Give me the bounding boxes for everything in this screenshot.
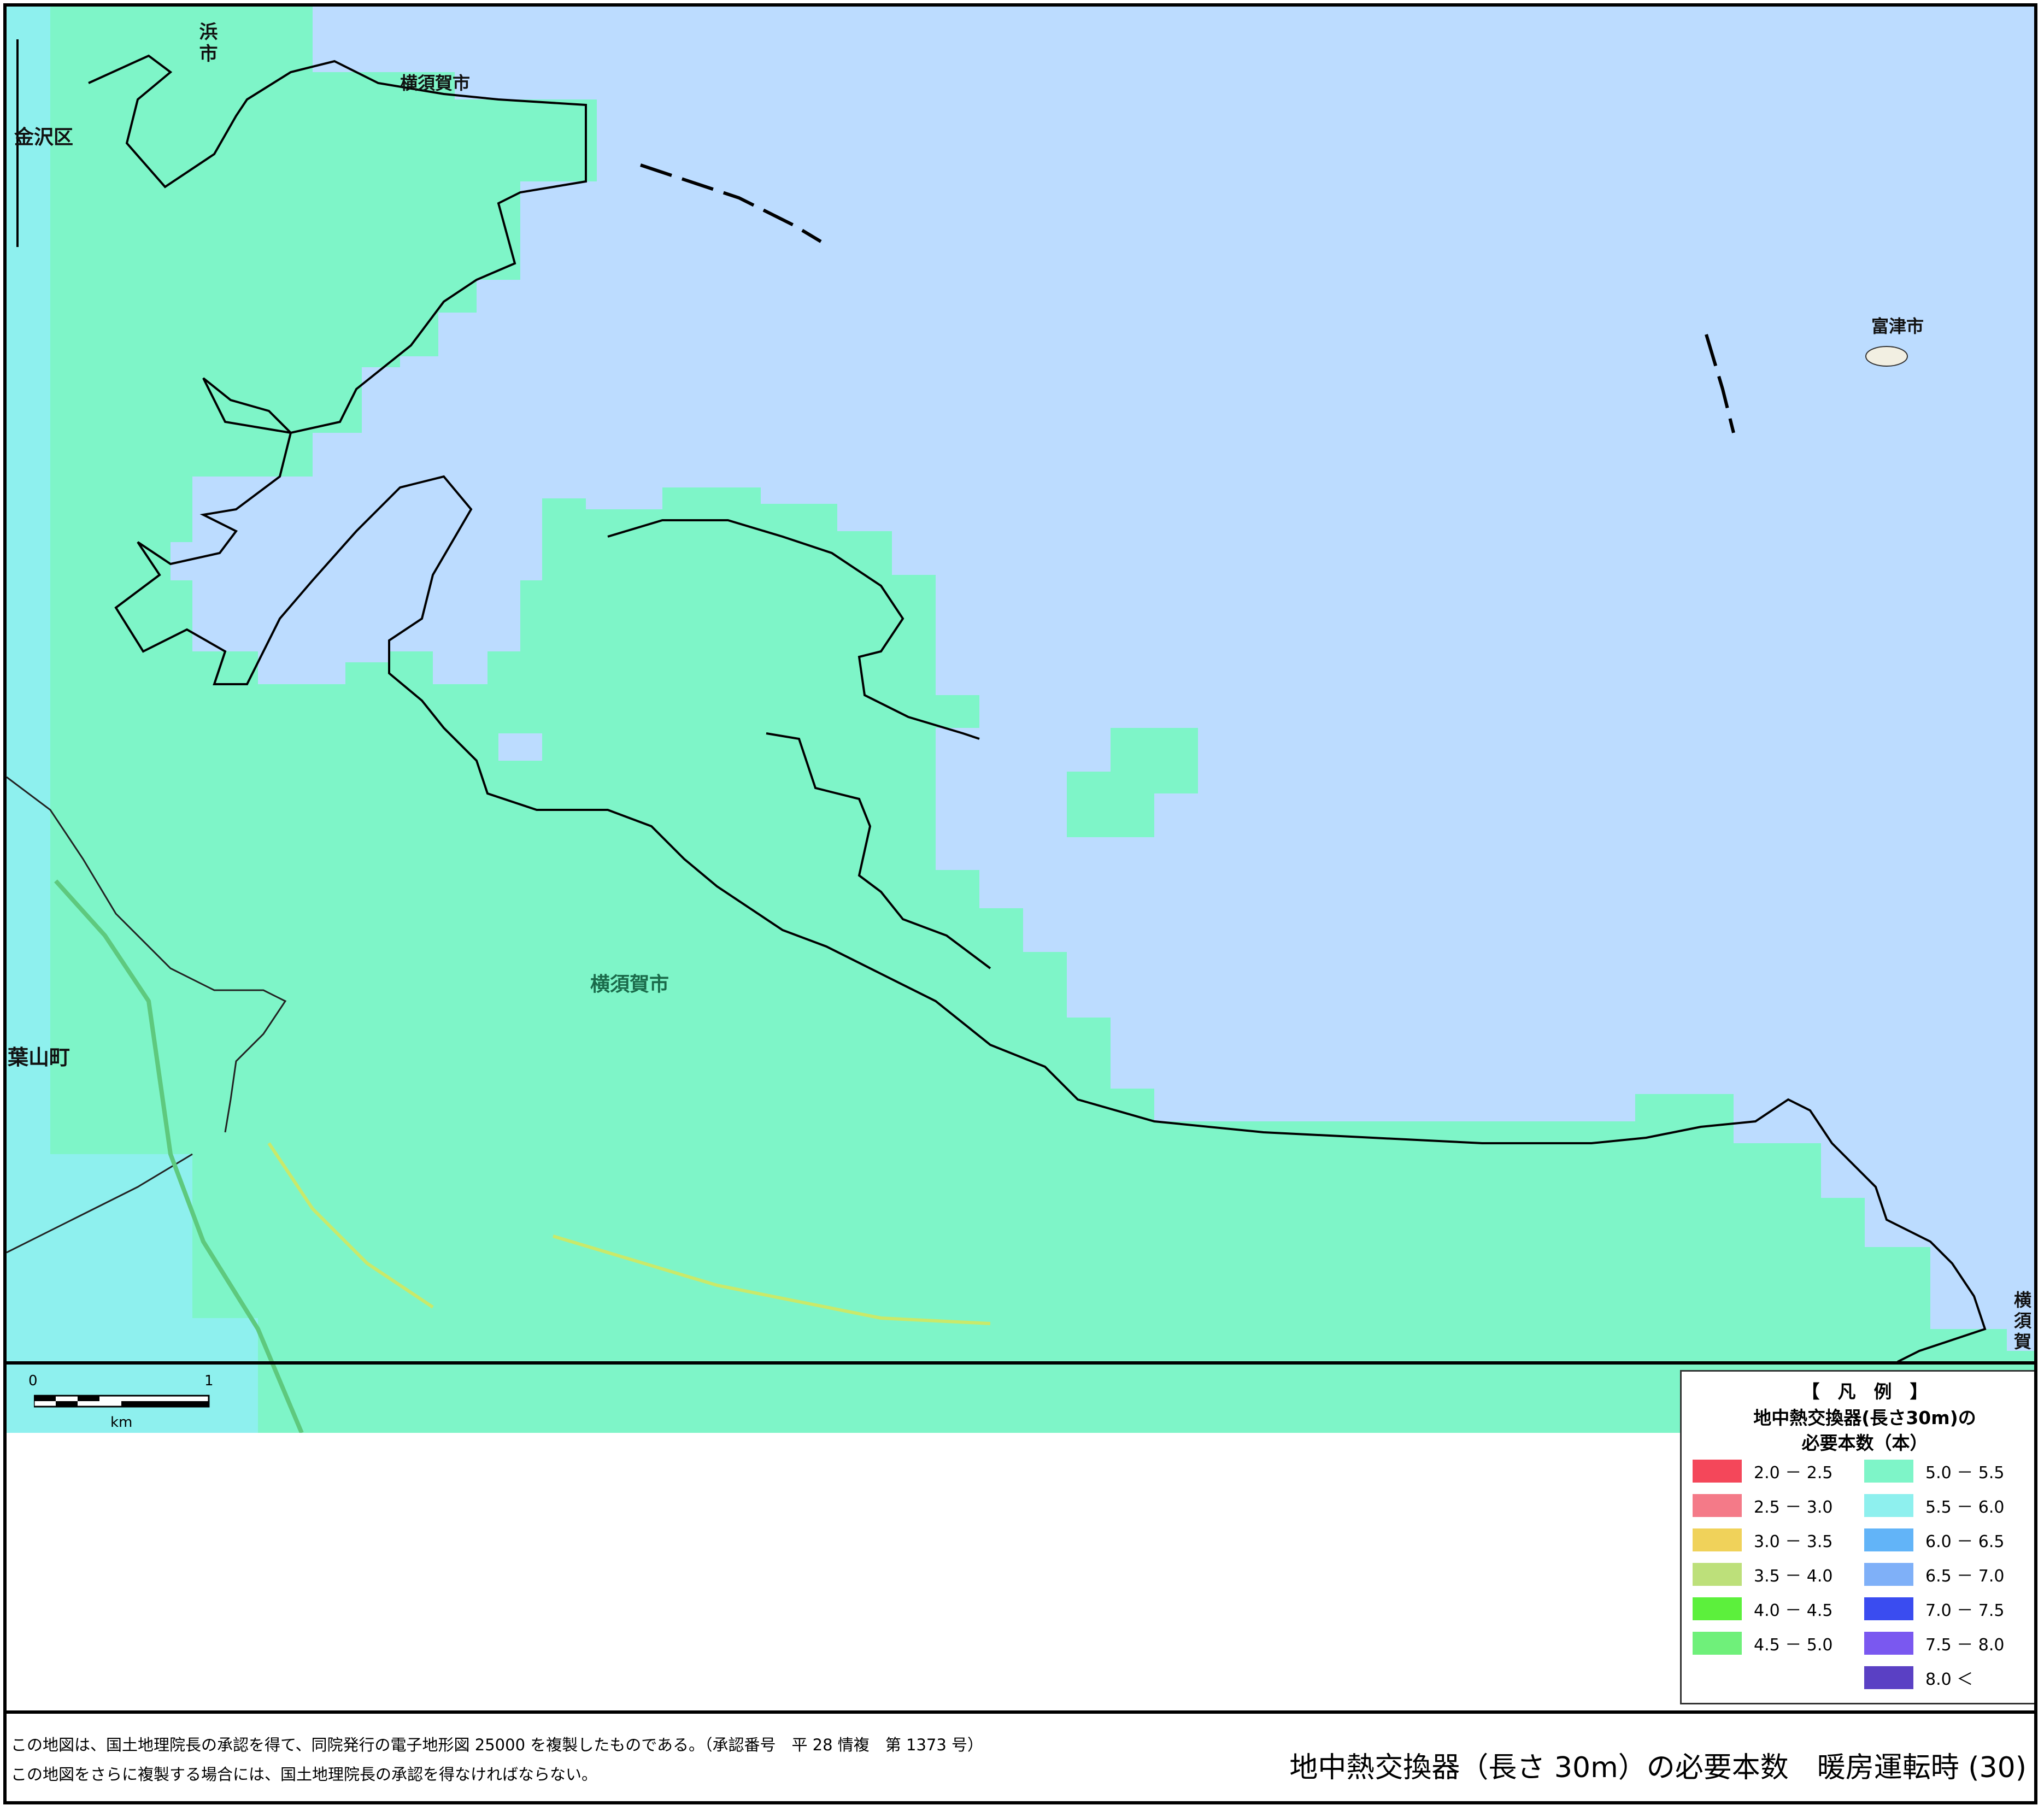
legend-title: 【 凡 例 】 [1801, 1381, 1928, 1402]
map-sheet: 浜市 金沢区 横須賀市 富津市 横須賀市 葉山町 横須賀 0 1 km 【 凡 … [3, 3, 2037, 1804]
legend-item: 8.0 ＜ [1864, 1666, 1973, 1690]
legend-swatch [1864, 1597, 1913, 1620]
copyright-note-line2: この地図をさらに複製する場合には、国土地理院長の承認を得なければならない。 [11, 1765, 598, 1784]
scale-bar: 0 1 km [28, 1373, 225, 1433]
legend-box: 【 凡 例 】 地中熱交換器(長さ30m)の 必要本数（本） 2.0 － 2.5… [1680, 1370, 2034, 1704]
legend-label: 4.5 － 5.0 [1754, 1636, 1833, 1655]
place-label-yokohama: 浜市 [196, 22, 218, 66]
legend-label: 5.5 － 6.0 [1925, 1498, 2005, 1517]
legend-item: 2.0 － 2.5 [1693, 1459, 1833, 1483]
legend-subtitle-line1: 地中熱交換器(長さ30m)の [1753, 1407, 1976, 1428]
legend-swatch [1864, 1666, 1913, 1689]
place-label-yokosuka-center: 横須賀市 [590, 973, 669, 996]
legend-swatch [1693, 1597, 1742, 1620]
map-area[interactable]: 浜市 金沢区 横須賀市 富津市 横須賀市 葉山町 横須賀 0 1 km [7, 7, 2034, 1433]
legend-item: 4.0 － 4.5 [1693, 1597, 1833, 1621]
legend-swatch [1693, 1632, 1742, 1655]
scale-tick-one: 1 [204, 1373, 214, 1389]
legend-label: 8.0 ＜ [1925, 1670, 1973, 1689]
legend-label: 2.0 － 2.5 [1754, 1463, 1833, 1483]
legend-item: 6.0 － 6.5 [1864, 1528, 2005, 1552]
map-canvas [7, 7, 2034, 1433]
legend-swatch [1693, 1528, 1742, 1551]
scale-bar-graphic [34, 1395, 210, 1408]
legend-item: 3.5 － 4.0 [1693, 1562, 1833, 1586]
copyright-note-line1: この地図は、国土地理院長の承認を得て、同院発行の電子地形図 25000 を複製し… [11, 1736, 984, 1754]
scale-unit: km [110, 1414, 133, 1431]
legend-label: 4.0 － 4.5 [1754, 1601, 1833, 1620]
legend-label: 7.5 － 8.0 [1925, 1636, 2005, 1655]
legend-item: 6.5 － 7.0 [1864, 1562, 2005, 1586]
legend-item: 4.5 － 5.0 [1693, 1631, 1833, 1655]
scale-tick-zero: 0 [28, 1373, 38, 1389]
legend-label: 5.0 － 5.5 [1925, 1463, 2005, 1483]
place-label-yokosuka-east: 横須賀 [2011, 1291, 2032, 1353]
legend-item: 7.0 － 7.5 [1864, 1597, 2005, 1621]
legend-label: 7.0 － 7.5 [1925, 1601, 2005, 1620]
legend-item: 3.0 － 3.5 [1693, 1528, 1833, 1552]
legend-swatch [1864, 1460, 1913, 1483]
legend-subtitle-line2: 必要本数（本） [1801, 1432, 1928, 1454]
legend-swatch [1693, 1460, 1742, 1483]
legend-swatch [1864, 1563, 1913, 1586]
legend-swatch [1693, 1563, 1742, 1586]
legend-swatch [1864, 1632, 1913, 1655]
legend-swatch [1864, 1528, 1913, 1551]
map-title: 地中熱交換器（長さ 30m）の必要本数 暖房運転時 (30) [1289, 1751, 2027, 1784]
legend-swatch [1864, 1494, 1913, 1517]
place-label-yokosuka-north: 横須賀市 [400, 73, 471, 93]
legend-item: 5.0 － 5.5 [1864, 1459, 2005, 1483]
legend-label: 3.5 － 4.0 [1754, 1567, 1833, 1586]
legend-label: 3.0 － 3.5 [1754, 1532, 1833, 1551]
legend-label: 6.5 － 7.0 [1925, 1567, 2005, 1586]
legend-item: 2.5 － 3.0 [1693, 1494, 1833, 1518]
legend-swatch [1693, 1494, 1742, 1517]
footer-divider [7, 1710, 2034, 1714]
legend-item: 7.5 － 8.0 [1864, 1631, 2005, 1655]
place-label-hayama: 葉山町 [8, 1045, 71, 1069]
place-label-kanazawa: 金沢区 [14, 126, 74, 149]
legend-label: 2.5 － 3.0 [1754, 1498, 1833, 1517]
umihotaru-fort [1865, 346, 1908, 367]
legend-item: 5.5 － 6.0 [1864, 1494, 2005, 1518]
place-label-futtsu: 富津市 [1871, 316, 1924, 337]
legend-label: 6.0 － 6.5 [1925, 1532, 2005, 1551]
